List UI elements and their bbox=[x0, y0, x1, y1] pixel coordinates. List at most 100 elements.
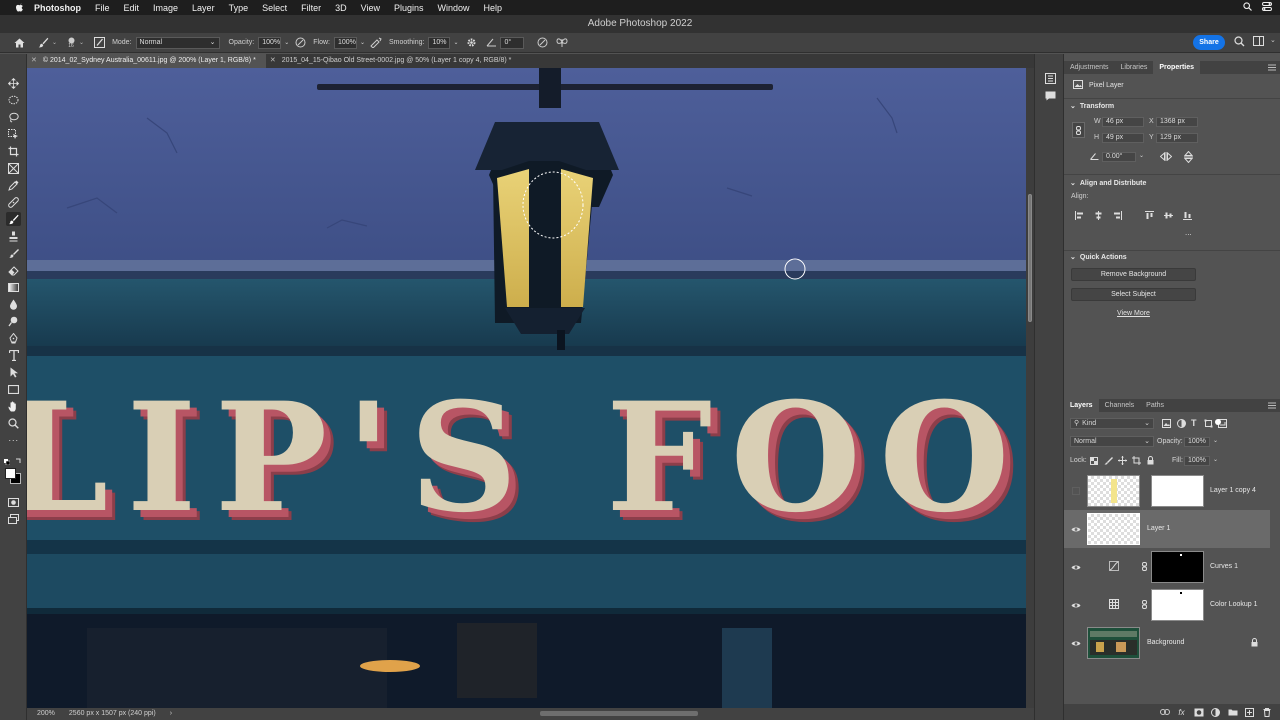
edit-toolbar-icon[interactable]: ··· bbox=[6, 433, 21, 447]
menu-file[interactable]: File bbox=[95, 3, 110, 13]
transform-section-header[interactable]: ⌄ Transform bbox=[1070, 102, 1114, 111]
fill-input[interactable]: 100% bbox=[1184, 456, 1210, 466]
opacity-chevron-icon[interactable]: ⌄ bbox=[284, 39, 289, 46]
home-icon[interactable] bbox=[12, 36, 26, 50]
hand-tool-icon[interactable] bbox=[6, 399, 21, 413]
share-button[interactable]: Share bbox=[1193, 35, 1225, 50]
history-brush-tool-icon[interactable] bbox=[6, 246, 21, 260]
brush-angle-icon[interactable] bbox=[484, 36, 498, 50]
lock-artboard-icon[interactable] bbox=[1132, 456, 1141, 467]
smoothing-options-gear-icon[interactable] bbox=[464, 36, 478, 50]
angle-input[interactable]: 0.00° bbox=[1102, 152, 1136, 162]
opacity-input[interactable]: 100% bbox=[258, 36, 282, 49]
eyedropper-tool-icon[interactable] bbox=[6, 178, 21, 192]
tab-qibao[interactable]: ✕ 2015_04_15-Qibao Old Street-0002.jpg @… bbox=[266, 54, 522, 68]
menu-select[interactable]: Select bbox=[262, 3, 287, 13]
fill-chevron-icon[interactable]: ⌄ bbox=[1213, 456, 1218, 463]
zoom-tool-icon[interactable] bbox=[6, 416, 21, 430]
blur-tool-icon[interactable] bbox=[6, 297, 21, 311]
y-input[interactable]: 129 px bbox=[1156, 133, 1198, 143]
menu-view[interactable]: View bbox=[361, 3, 380, 13]
filter-toggle-icon[interactable] bbox=[1215, 419, 1221, 425]
swap-colors-icon[interactable] bbox=[15, 458, 22, 465]
filter-pixel-icon[interactable] bbox=[1162, 419, 1171, 430]
airbrush-icon[interactable] bbox=[369, 36, 383, 50]
menu-help[interactable]: Help bbox=[484, 3, 503, 13]
link-layers-icon[interactable] bbox=[1159, 707, 1170, 718]
align-top-icon[interactable] bbox=[1145, 211, 1154, 222]
move-tool-icon[interactable] bbox=[6, 76, 21, 90]
object-selection-tool-icon[interactable] bbox=[6, 127, 21, 141]
preset-chevron-icon[interactable]: ⌄ bbox=[52, 39, 57, 46]
workspace-layout-icon[interactable] bbox=[1253, 36, 1264, 46]
scroll-thumb[interactable] bbox=[1028, 194, 1032, 322]
menu-filter[interactable]: Filter bbox=[301, 3, 321, 13]
remove-background-button[interactable]: Remove Background bbox=[1071, 268, 1196, 281]
type-tool-icon[interactable] bbox=[6, 348, 21, 362]
view-more-link[interactable]: View More bbox=[1117, 310, 1150, 317]
vertical-scrollbar[interactable] bbox=[1026, 68, 1034, 708]
layers-menu-icon[interactable] bbox=[1268, 402, 1276, 409]
eye-icon[interactable] bbox=[1071, 600, 1081, 610]
layer-locked-icon[interactable] bbox=[1251, 638, 1258, 649]
document-canvas[interactable]: LIP'S FOO bbox=[27, 68, 1026, 708]
layer-opacity-input[interactable]: 100% bbox=[1184, 437, 1210, 447]
control-center-icon[interactable] bbox=[1262, 2, 1272, 13]
mask-link-icon[interactable] bbox=[1142, 600, 1148, 610]
quick-actions-section-header[interactable]: ⌄ Quick Actions bbox=[1070, 253, 1127, 262]
brush-size-picker[interactable]: 16 bbox=[65, 36, 77, 50]
gradient-tool-icon[interactable] bbox=[6, 280, 21, 294]
default-colors-icon[interactable] bbox=[4, 458, 11, 466]
tab-layers[interactable]: Layers bbox=[1064, 399, 1099, 412]
select-subject-button[interactable]: Select Subject bbox=[1071, 288, 1196, 301]
link-dimensions-icon[interactable] bbox=[1072, 122, 1085, 138]
tab-channels[interactable]: Channels bbox=[1099, 399, 1141, 412]
dodge-tool-icon[interactable] bbox=[6, 314, 21, 328]
rectangle-tool-icon[interactable] bbox=[6, 382, 21, 396]
spotlight-search-icon[interactable] bbox=[1243, 2, 1252, 13]
x-input[interactable]: 1368 px bbox=[1156, 117, 1198, 127]
horizontal-scroll-thumb[interactable] bbox=[540, 711, 698, 716]
layer-row[interactable]: Curves 1 bbox=[1064, 548, 1270, 586]
angle-input[interactable]: 0° bbox=[500, 36, 525, 49]
eye-icon[interactable] bbox=[1071, 562, 1081, 572]
mask-link-icon[interactable] bbox=[1142, 562, 1148, 572]
frame-tool-icon[interactable] bbox=[6, 161, 21, 175]
pressure-opacity-icon[interactable] bbox=[293, 36, 307, 50]
flow-input[interactable]: 100% bbox=[333, 36, 357, 49]
tab-adjustments[interactable]: Adjustments bbox=[1064, 61, 1115, 74]
symmetry-butterfly-icon[interactable] bbox=[555, 36, 569, 50]
path-selection-tool-icon[interactable] bbox=[6, 365, 21, 379]
smoothing-chevron-icon[interactable]: ⌄ bbox=[453, 39, 458, 46]
lock-position-icon[interactable] bbox=[1118, 456, 1127, 467]
new-layer-icon[interactable] bbox=[1244, 707, 1255, 718]
new-group-icon[interactable] bbox=[1227, 707, 1238, 718]
align-middle-v-icon[interactable] bbox=[1164, 211, 1173, 222]
filter-type-icon[interactable]: T bbox=[1191, 418, 1197, 428]
crop-tool-icon[interactable] bbox=[6, 144, 21, 158]
brush-settings-icon[interactable] bbox=[92, 36, 106, 50]
healing-brush-tool-icon[interactable] bbox=[6, 195, 21, 209]
workspace-chevron-icon[interactable]: ⌄ bbox=[1270, 36, 1276, 44]
menu-edit[interactable]: Edit bbox=[124, 3, 140, 13]
clone-stamp-tool-icon[interactable] bbox=[6, 229, 21, 243]
align-section-header[interactable]: ⌄ Align and Distribute bbox=[1070, 179, 1146, 188]
menu-plugins[interactable]: Plugins bbox=[394, 3, 424, 13]
blend-mode-select[interactable]: Normal ⌄ bbox=[1070, 436, 1154, 447]
eye-icon[interactable] bbox=[1071, 638, 1081, 648]
layer-row[interactable]: Layer 1 copy 4 bbox=[1064, 472, 1270, 510]
layer-opacity-chevron-icon[interactable]: ⌄ bbox=[1213, 437, 1218, 444]
eye-icon[interactable] bbox=[1071, 524, 1081, 534]
angle-chevron-icon[interactable]: ⌄ bbox=[1139, 152, 1144, 159]
quick-mask-icon[interactable] bbox=[6, 495, 21, 509]
align-left-icon[interactable] bbox=[1075, 211, 1084, 222]
visibility-toggle-empty[interactable] bbox=[1071, 486, 1081, 496]
apple-icon[interactable] bbox=[14, 3, 24, 13]
marquee-tool-icon[interactable] bbox=[6, 93, 21, 107]
layer-row[interactable]: Background bbox=[1064, 624, 1270, 662]
comments-panel-icon[interactable] bbox=[1044, 90, 1056, 102]
menu-layer[interactable]: Layer bbox=[192, 3, 215, 13]
screen-mode-icon[interactable] bbox=[6, 512, 21, 526]
mode-select[interactable]: Normal ⌄ bbox=[135, 36, 220, 49]
zoom-level[interactable]: 200% bbox=[37, 708, 55, 720]
